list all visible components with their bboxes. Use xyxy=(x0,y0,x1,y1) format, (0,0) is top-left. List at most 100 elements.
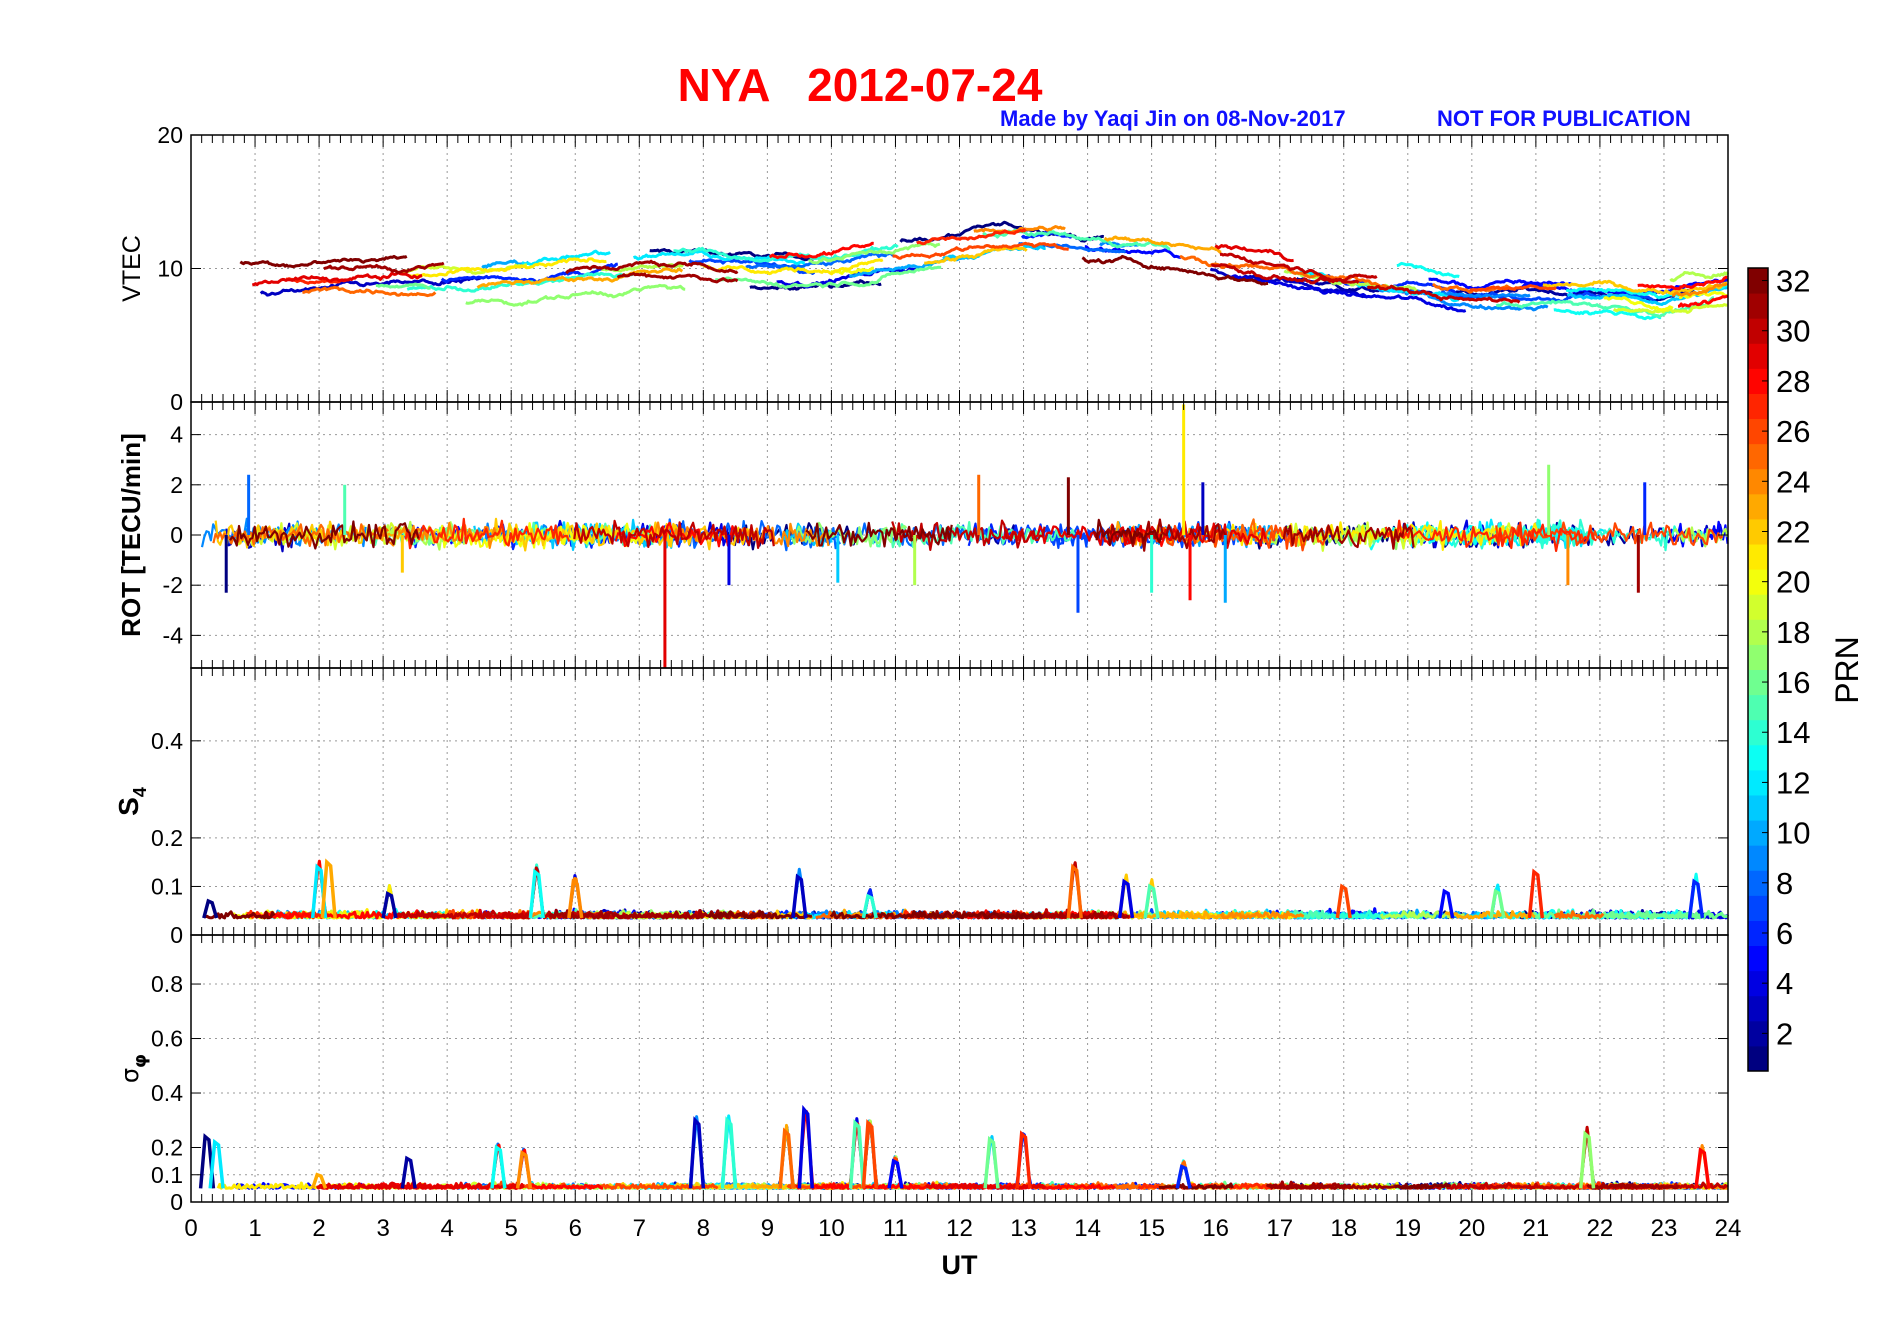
colorbar-swatch xyxy=(1748,443,1768,470)
scint-peak xyxy=(848,1118,866,1189)
scint-peak xyxy=(515,1149,533,1189)
trace-prn-10 xyxy=(737,1119,960,1190)
trace-prn-31 xyxy=(323,261,445,274)
series-s4 xyxy=(202,858,1729,920)
y-tick-label: 0.8 xyxy=(151,971,183,997)
y-tick-label: 0 xyxy=(170,389,183,415)
colorbar-swatch xyxy=(1748,343,1768,369)
y-tick-label: 0.4 xyxy=(151,1080,183,1106)
x-tick-label: 23 xyxy=(1651,1215,1678,1242)
trace-prn-14 xyxy=(1475,1130,1640,1190)
panel-s4: 0 0.1 0.2 0.4 S4 xyxy=(113,667,1729,948)
x-tick-label: 4 xyxy=(440,1215,453,1242)
colorbar-tick-label: 8 xyxy=(1776,866,1793,901)
series-sigphi xyxy=(198,1104,1729,1190)
trace-prn-30 xyxy=(1406,1125,1645,1190)
trace-prn-29 xyxy=(1214,244,1294,263)
colorbar-swatch xyxy=(1748,393,1768,420)
multi-panel-figure: 01020VTEC-4-2024ROT [TECU/min]00.10.20.4… xyxy=(113,122,1865,1280)
trace-prn-30 xyxy=(395,866,626,920)
trace-prn-12 xyxy=(594,1114,766,1190)
y-tick-label: 20 xyxy=(157,122,183,148)
scint-peak xyxy=(1015,1130,1032,1189)
colorbar-tick-label: 20 xyxy=(1776,565,1810,600)
scint-peak xyxy=(861,1118,878,1189)
scint-peak xyxy=(320,858,337,919)
y-tick-label: -2 xyxy=(163,572,183,598)
scint-peak xyxy=(490,1144,507,1189)
trace-prn-17 xyxy=(465,283,686,307)
x-tick-label: 20 xyxy=(1458,1215,1485,1242)
y-tick-label: 0.1 xyxy=(151,1162,183,1188)
y-tick-label: 0 xyxy=(170,522,183,548)
x-tick-label: 9 xyxy=(761,1215,774,1242)
y-tick-label: 4 xyxy=(170,422,183,448)
x-axis-label: UT xyxy=(942,1250,978,1280)
colorbar-label: PRN xyxy=(1829,636,1865,704)
x-tick-label: 18 xyxy=(1330,1215,1357,1242)
colorbar-tick-label: 14 xyxy=(1776,715,1810,750)
colorbar-tick-label: 26 xyxy=(1776,414,1810,449)
y-axis-label: VTEC xyxy=(118,235,146,302)
x-tick-label: 22 xyxy=(1587,1215,1614,1242)
y-tick-label: 2 xyxy=(170,472,183,498)
x-tick-label: 3 xyxy=(376,1215,389,1242)
trace-prn-31 xyxy=(616,272,739,284)
y-axis-label: S4 xyxy=(113,787,150,816)
scint-peak xyxy=(202,898,219,919)
colorbar-tick-label: 18 xyxy=(1776,615,1810,650)
colorbar-swatch xyxy=(1748,644,1768,670)
x-tick-label: 10 xyxy=(818,1215,845,1242)
scint-peak xyxy=(528,868,545,919)
x-tick-label: 7 xyxy=(633,1215,646,1242)
colorbar-tick-label: 16 xyxy=(1776,665,1810,700)
colorbar-swatch xyxy=(1748,744,1768,771)
trace-prn-13 xyxy=(1396,261,1460,279)
x-tick-label: 5 xyxy=(505,1215,518,1242)
series-rot xyxy=(200,404,1729,668)
panel-vtec: 0 10 20 VTEC xyxy=(118,122,1730,415)
trace-prn-27 xyxy=(916,228,1027,246)
x-tick-label: 15 xyxy=(1138,1215,1165,1242)
colorbar-swatch xyxy=(1748,845,1768,871)
x-tick-label: 0 xyxy=(184,1215,197,1242)
y-tick-label: -4 xyxy=(163,622,184,648)
colorbar-tick-label: 30 xyxy=(1776,314,1810,349)
x-tick-label: 17 xyxy=(1266,1215,1293,1242)
colorbar-tick-label: 6 xyxy=(1776,916,1793,951)
x-tick-label: 21 xyxy=(1523,1215,1550,1242)
series-vtec xyxy=(239,220,1730,321)
scint-peak xyxy=(1066,863,1083,919)
y-tick-label: 0.2 xyxy=(151,1135,183,1161)
trace-prn-18 xyxy=(1669,271,1730,283)
colorbar-swatch xyxy=(1748,694,1768,721)
scint-peak xyxy=(208,1138,225,1189)
y-tick-label: 0.1 xyxy=(151,873,183,899)
x-tick-label: 11 xyxy=(883,1215,908,1242)
y-tick-label: 10 xyxy=(157,256,183,282)
colorbar-tick-label: 2 xyxy=(1776,1016,1793,1051)
colorbar-tick-label: 24 xyxy=(1776,464,1810,499)
colorbar-tick-label: 4 xyxy=(1776,966,1793,1001)
colorbar: 2468101214161820222426283032PRN xyxy=(1747,264,1865,1072)
y-tick-label: 0.2 xyxy=(151,825,183,851)
trace-prn-4 xyxy=(823,1117,962,1190)
colorbar-swatch xyxy=(1748,945,1768,972)
colorbar-tick-label: 10 xyxy=(1776,816,1810,851)
panel-rot: -4 -2 0 2 4 ROT [TECU/min] xyxy=(116,401,1729,669)
colorbar-tick-label: 22 xyxy=(1776,514,1810,549)
x-tick-label: 2 xyxy=(312,1215,325,1242)
trace-prn-6 xyxy=(1433,1129,1596,1190)
x-tick-label: 16 xyxy=(1202,1215,1229,1242)
colorbar-tick-label: 32 xyxy=(1776,264,1810,299)
scint-peak xyxy=(688,1116,706,1189)
trace-prn-6 xyxy=(479,867,699,920)
colorbar-swatch xyxy=(1748,594,1768,620)
scint-peak xyxy=(1578,1130,1596,1189)
y-tick-label: 0 xyxy=(170,1189,183,1215)
colorbar-swatch xyxy=(1748,995,1768,1022)
y-tick-label: 0.6 xyxy=(151,1026,183,1052)
y-axis-label: ROT [TECU/min] xyxy=(116,433,146,637)
colorbar-swatch xyxy=(1748,293,1768,319)
x-tick-label: 14 xyxy=(1074,1215,1101,1242)
